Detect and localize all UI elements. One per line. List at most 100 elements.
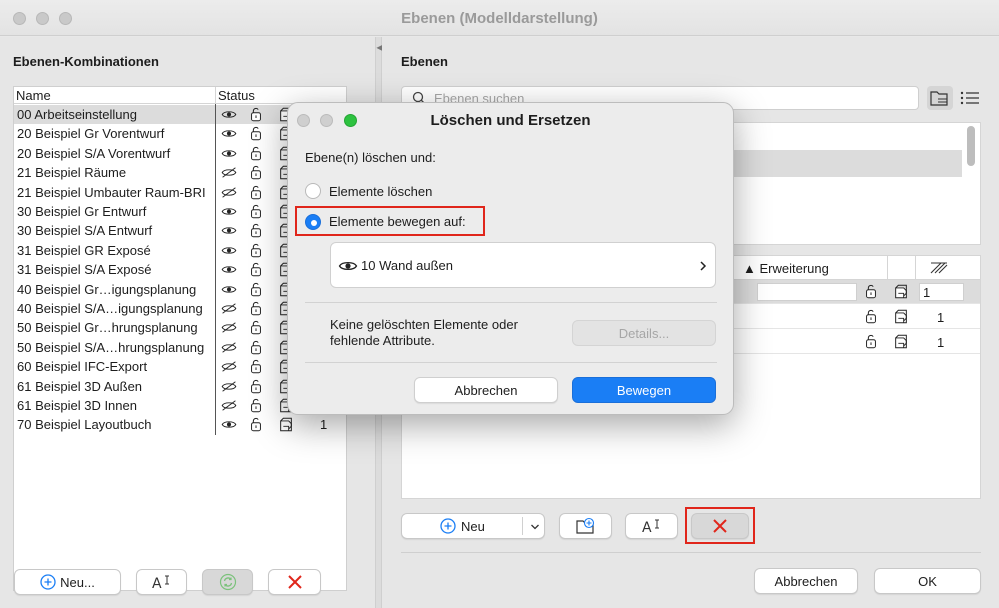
column-header-status[interactable]: Status: [218, 88, 255, 103]
radio-delete-elements-label[interactable]: Elemente löschen: [329, 184, 432, 199]
wireframe-icon[interactable]: [893, 309, 909, 324]
layer-value: 1: [937, 335, 945, 350]
wireframe-icon[interactable]: [893, 284, 909, 299]
combination-value: 1: [320, 417, 328, 433]
eye-icon[interactable]: [221, 146, 237, 161]
unlock-icon[interactable]: [248, 359, 264, 374]
layer-combination-name: 21 Beispiel Räume: [17, 165, 127, 181]
eye-hidden-icon[interactable]: [221, 301, 237, 316]
layer-combination-name: 31 Beispiel S/A Exposé: [17, 262, 152, 278]
layer-combination-name: 20 Beispiel Gr Vorentwurf: [17, 126, 165, 142]
unlock-icon[interactable]: [863, 284, 879, 299]
eye-hidden-icon[interactable]: [221, 185, 237, 200]
unlock-icon[interactable]: [248, 379, 264, 394]
layer-combination-name: 30 Beispiel S/A Entwurf: [17, 223, 153, 239]
eye-icon[interactable]: [221, 282, 237, 297]
delete-combination-button[interactable]: [268, 569, 321, 595]
eye-icon[interactable]: [221, 417, 237, 432]
unlock-icon[interactable]: [248, 398, 264, 413]
update-combination-button[interactable]: [202, 569, 253, 595]
eye-icon[interactable]: [221, 204, 237, 219]
ok-button[interactable]: OK: [874, 568, 981, 594]
new-combination-button[interactable]: Neu...: [14, 569, 121, 595]
extension-field[interactable]: [757, 283, 857, 301]
unlock-icon[interactable]: [248, 340, 264, 355]
layer-combination-name: 40 Beispiel Gr…igungsplanung: [17, 281, 197, 297]
target-layer-name: 10 Wand außen: [361, 258, 454, 273]
window-title: Ebenen (Modelldarstellung): [401, 10, 598, 27]
unlock-icon[interactable]: [248, 301, 264, 316]
eye-icon[interactable]: [221, 126, 237, 141]
unlock-icon[interactable]: [248, 223, 264, 238]
delete-layer-button[interactable]: [691, 513, 749, 539]
eye-icon[interactable]: [221, 107, 237, 122]
unlock-icon[interactable]: [248, 204, 264, 219]
eye-hidden-icon[interactable]: [221, 398, 237, 413]
rename-text-icon: A: [152, 575, 169, 591]
eye-hidden-icon[interactable]: [221, 165, 237, 180]
svg-text:A: A: [642, 520, 652, 535]
eye-hidden-icon[interactable]: [221, 379, 237, 394]
details-button[interactable]: Details...: [572, 320, 716, 346]
unlock-icon[interactable]: [248, 282, 264, 297]
unlock-icon[interactable]: [248, 107, 264, 122]
layer-combination-name: 20 Beispiel S/A Vorentwurf: [17, 145, 171, 161]
button-divider: [522, 517, 523, 535]
info-line-1: Keine gelöschten Elemente oder: [330, 317, 518, 332]
chevron-down-icon[interactable]: [530, 523, 540, 531]
rename-text-icon: A: [642, 519, 659, 535]
unlock-icon[interactable]: [248, 262, 264, 277]
new-layer-button[interactable]: Neu: [401, 513, 545, 539]
unlock-icon[interactable]: [248, 165, 264, 180]
layer-combination-name: 40 Beispiel S/A…igungsplanung: [17, 301, 203, 316]
eye-hidden-icon[interactable]: [221, 359, 237, 374]
dialog-title: Löschen und Ersetzen: [430, 112, 591, 129]
eye-icon[interactable]: [221, 243, 237, 258]
layer-combinations-title: Ebenen-Kombinationen: [13, 54, 159, 69]
rename-combination-button[interactable]: A: [136, 569, 187, 595]
footer-divider: [401, 552, 981, 553]
wireframe-icon[interactable]: [893, 334, 909, 349]
cancel-button[interactable]: Abbrechen: [754, 568, 858, 594]
header-separator: [215, 87, 216, 104]
layer-combination-name: 21 Beispiel Umbauter Raum-BRI: [17, 184, 206, 200]
refresh-icon: [219, 573, 236, 591]
new-combination-label: Neu...: [60, 574, 95, 590]
dialog-divider: [305, 302, 717, 303]
layer-combination-name: 61 Beispiel 3D Außen: [17, 378, 143, 394]
eye-hidden-icon[interactable]: [221, 320, 237, 335]
unlock-icon[interactable]: [248, 146, 264, 161]
eye-hidden-icon[interactable]: [221, 340, 237, 355]
column-header-extension[interactable]: ▲ Erweiterung: [743, 261, 829, 276]
eye-icon[interactable]: [221, 223, 237, 238]
folder-view-button[interactable]: [927, 86, 953, 110]
delete-replace-dialog: Löschen und Ersetzen Ebene(n) löschen un…: [287, 102, 734, 415]
radio-move-elements-label[interactable]: Elemente bewegen auf:: [329, 214, 466, 229]
layer-combination-row[interactable]: 70 Beispiel Layoutbuch 1: [14, 415, 346, 434]
list-view-button[interactable]: [957, 86, 983, 110]
wireframe-icon[interactable]: [278, 417, 294, 432]
rename-layer-button[interactable]: A: [625, 513, 678, 539]
column-header-name[interactable]: Name: [16, 88, 51, 103]
radio-delete-elements[interactable]: [305, 183, 321, 199]
unlock-icon[interactable]: [248, 185, 264, 200]
layer-combination-name: 50 Beispiel Gr…hrungsplanung: [17, 320, 198, 336]
dialog-info-text: Keine gelöschten Elemente oder fehlende …: [330, 317, 518, 349]
unlock-icon[interactable]: [248, 243, 264, 258]
new-folder-button[interactable]: [559, 513, 612, 539]
dialog-move-button[interactable]: Bewegen: [572, 377, 716, 403]
delete-x-icon: [713, 519, 727, 533]
layer-combination-name: 00 Arbeitseinstellung: [17, 107, 137, 122]
dialog-cancel-button[interactable]: Abbrechen: [414, 377, 558, 403]
unlock-icon[interactable]: [863, 334, 879, 349]
unlock-icon[interactable]: [863, 309, 879, 324]
eye-icon: [338, 261, 358, 271]
unlock-icon[interactable]: [248, 417, 264, 432]
layers-title: Ebenen: [401, 54, 448, 69]
unlock-icon[interactable]: [248, 126, 264, 141]
eye-icon[interactable]: [221, 262, 237, 277]
unlock-icon[interactable]: [248, 320, 264, 335]
target-layer-selector[interactable]: 10 Wand außen: [330, 242, 716, 288]
radio-move-elements[interactable]: [305, 214, 321, 230]
tree-scrollbar[interactable]: [967, 126, 975, 166]
